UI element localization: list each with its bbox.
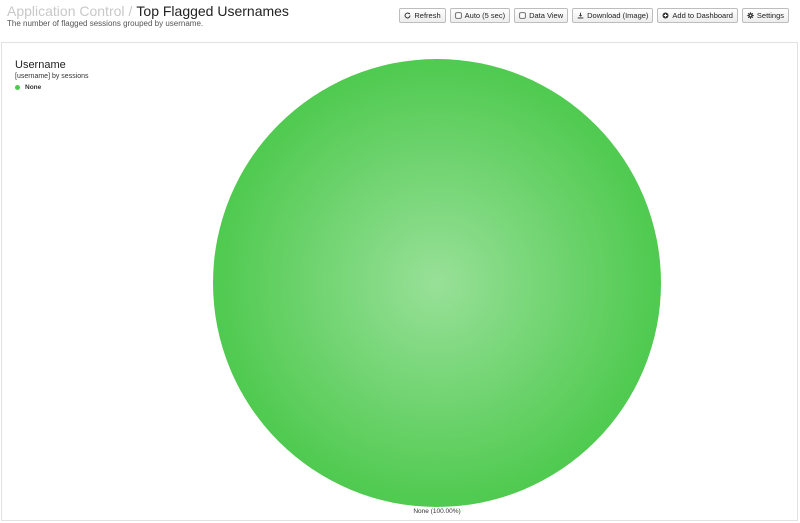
page-title: Top Flagged Usernames [136,3,289,19]
pie-chart: None (100.00%) [213,59,661,515]
data-view-label: Data View [529,11,564,20]
breadcrumb-parent-link[interactable]: Application Control [7,3,125,19]
pie-slice-label: None (100.00%) [413,508,460,515]
plus-circle-icon [662,12,669,19]
settings-button[interactable]: Settings [741,8,789,23]
refresh-button[interactable]: Refresh [399,8,446,23]
download-button-label: Download (Image) [587,11,649,20]
download-icon [577,12,584,19]
checkbox-icon[interactable] [519,12,526,19]
report-header: Application Control / Top Flagged Username… [0,0,800,32]
gear-icon [747,12,754,19]
settings-button-label: Settings [756,11,784,20]
report-view: Application Control / Top Flagged Username… [0,0,800,523]
add-to-dashboard-button[interactable]: Add to Dashboard [657,8,738,23]
pie-slice-none[interactable] [213,59,661,507]
data-view-toggle[interactable]: Data View [514,8,569,23]
download-image-button[interactable]: Download (Image) [572,8,654,23]
refresh-icon [404,12,411,19]
breadcrumb-separator: / [128,3,133,19]
auto-refresh-label: Auto (5 sec) [464,11,506,20]
chart-panel: Username [username] by sessions None Non… [1,42,798,521]
breadcrumb: Application Control / Top Flagged Username… [7,2,289,20]
add-to-dashboard-label: Add to Dashboard [672,11,733,20]
toolbar: Refresh Auto (5 sec) Data View Download … [399,8,789,23]
checkbox-icon[interactable] [454,12,462,19]
page-subtitle: The number of flagged sessions grouped b… [7,19,204,28]
refresh-button-label: Refresh [414,11,441,20]
auto-refresh-toggle[interactable]: Auto (5 sec) [449,8,511,23]
